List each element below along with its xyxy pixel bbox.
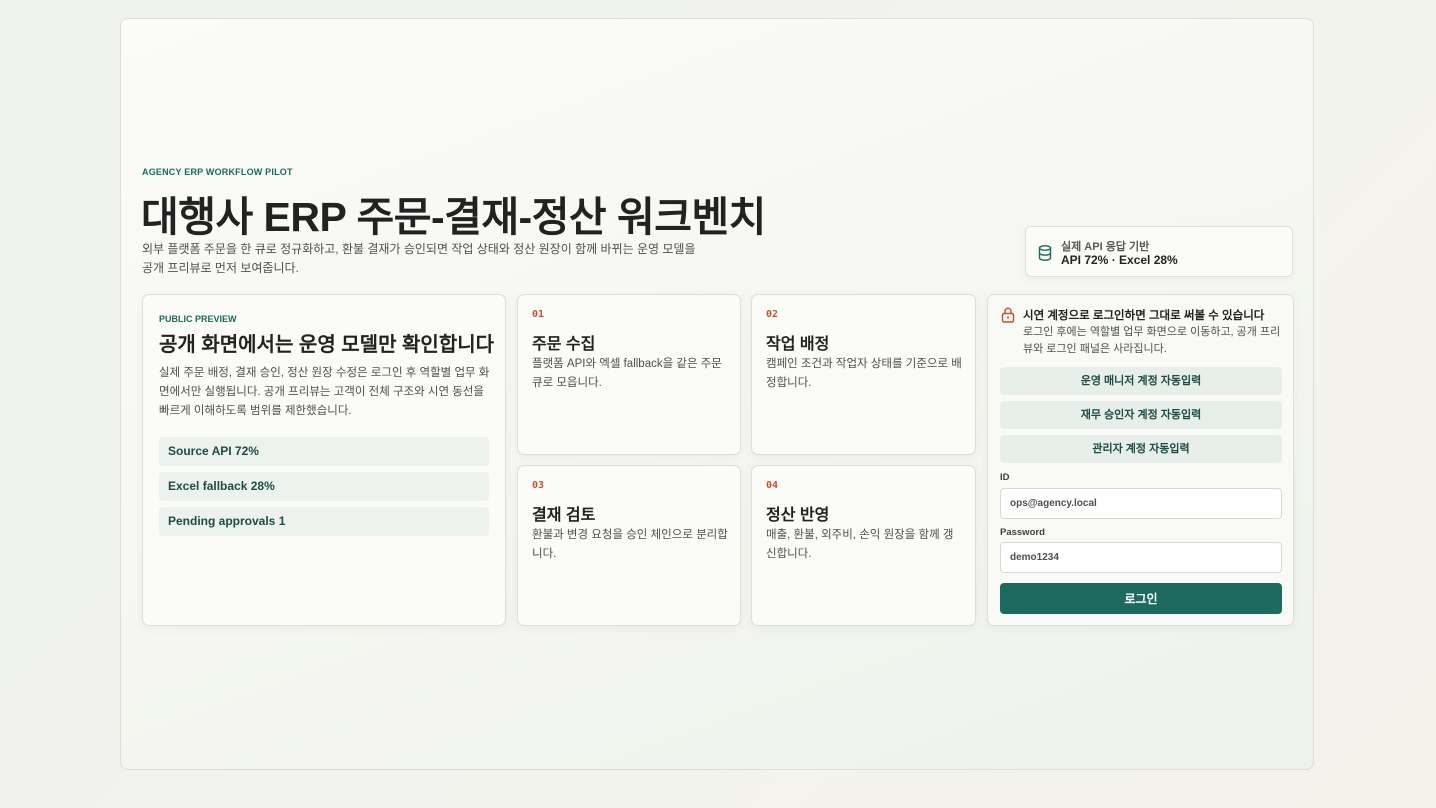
- hero-description: 외부 플랫폼 주문을 한 큐로 정규화하고, 환불 결재가 승인되면 작업 상태…: [142, 242, 696, 275]
- autofill-ops-manager-button[interactable]: 운영 매니저 계정 자동입력: [1000, 367, 1282, 395]
- page-title: 대행사 ERP 주문-결재-정산 워크벤치: [141, 194, 766, 240]
- step-title: 주문 수집: [532, 336, 596, 353]
- stat-pill-excel-fallback: Excel fallback 28%: [159, 472, 489, 501]
- id-field[interactable]: [1000, 488, 1282, 519]
- step-description: 캠페인 조건과 작업자 상태를 기준으로 배정합니다.: [766, 358, 962, 389]
- stat-pill-pending-approvals: Pending approvals 1: [159, 507, 489, 536]
- source-badge-label: 실제 API 응답 기반: [1061, 241, 1150, 253]
- public-preview-card: PUBLIC PREVIEW 공개 화면에서는 운영 모델만 확인합니다 실제 …: [142, 294, 506, 626]
- stat-pill-source-api: Source API 72%: [159, 437, 489, 466]
- step-card-order-collect: 01 주문 수집 플랫폼 API와 엑셀 fallback을 같은 주문 큐로 …: [517, 294, 741, 455]
- step-title: 작업 배정: [766, 336, 830, 353]
- step-card-task-assign: 02 작업 배정 캠페인 조건과 작업자 상태를 기준으로 배정합니다.: [751, 294, 976, 455]
- step-number: 03: [532, 480, 545, 491]
- id-label: ID: [1000, 472, 1010, 483]
- step-description: 매출, 환불, 외주비, 손익 원장을 함께 갱신합니다.: [766, 529, 954, 560]
- login-panel: 시연 계정으로 로그인하면 그대로 써볼 수 있습니다 로그인 후에는 역할별 …: [987, 294, 1294, 626]
- autofill-admin-button[interactable]: 관리자 계정 자동입력: [1000, 435, 1282, 463]
- source-badge-ratio: API 72% · Excel 28%: [1061, 253, 1178, 267]
- step-title: 결재 검토: [532, 507, 596, 524]
- autofill-finance-approver-button[interactable]: 재무 승인자 계정 자동입력: [1000, 401, 1282, 429]
- database-icon: [1038, 245, 1052, 261]
- preview-body: 실제 주문 배정, 결재 승인, 정산 원장 수정은 로그인 후 역할별 업무 …: [159, 367, 490, 417]
- step-card-settlement: 04 정산 반영 매출, 환불, 외주비, 손익 원장을 함께 갱신합니다.: [751, 465, 976, 626]
- lock-icon: [1001, 307, 1015, 323]
- login-button[interactable]: 로그인: [1000, 583, 1282, 614]
- login-description: 로그인 후에는 역할별 업무 화면으로 이동하고, 공개 프리뷰와 로그인 패널…: [1023, 326, 1281, 355]
- password-field[interactable]: [1000, 542, 1282, 573]
- step-description: 환불과 변경 요청을 승인 체인으로 분리합니다.: [532, 529, 728, 560]
- preview-tag: PUBLIC PREVIEW: [159, 314, 237, 324]
- step-description: 플랫폼 API와 엑셀 fallback을 같은 주문 큐로 모읍니다.: [532, 358, 722, 389]
- password-label: Password: [1000, 527, 1045, 538]
- step-number: 01: [532, 309, 545, 320]
- step-number: 04: [766, 480, 779, 491]
- hero-eyebrow: AGENCY ERP WORKFLOW PILOT: [142, 167, 293, 177]
- step-title: 정산 반영: [766, 507, 830, 524]
- source-badge: 실제 API 응답 기반 API 72% · Excel 28%: [1025, 226, 1293, 277]
- step-card-approval-review: 03 결재 검토 환불과 변경 요청을 승인 체인으로 분리합니다.: [517, 465, 741, 626]
- step-number: 02: [766, 309, 779, 320]
- login-heading: 시연 계정으로 로그인하면 그대로 써볼 수 있습니다: [1023, 310, 1265, 322]
- preview-title: 공개 화면에서는 운영 모델만 확인합니다: [159, 334, 495, 356]
